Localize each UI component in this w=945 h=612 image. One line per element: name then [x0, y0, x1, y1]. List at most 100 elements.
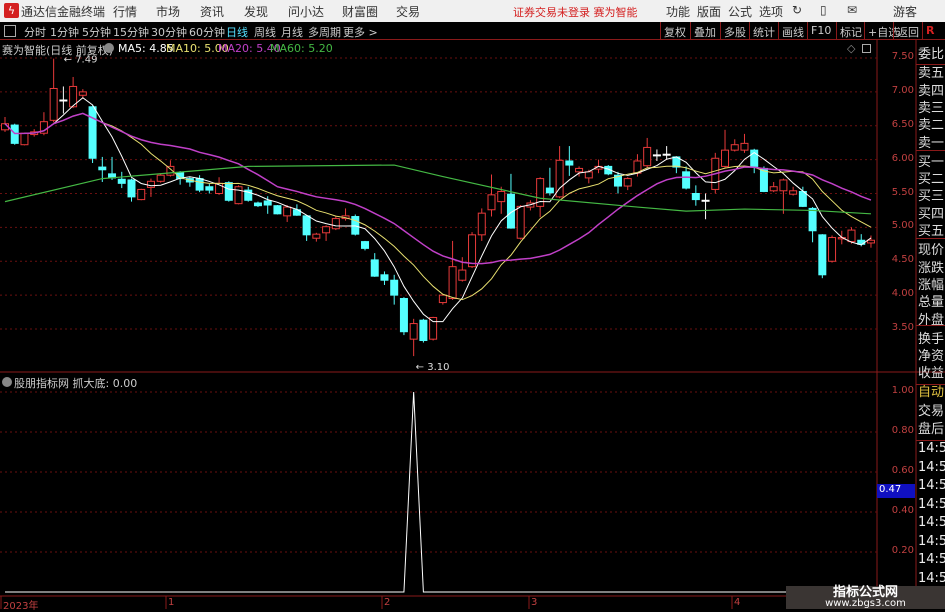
candle-body — [769, 186, 778, 192]
date-tick: 3 — [531, 597, 538, 608]
price-tick: 5.50 — [891, 186, 914, 198]
candle — [497, 186, 506, 214]
candle-body — [78, 91, 87, 96]
candle — [818, 234, 827, 279]
candle-body — [370, 259, 379, 277]
candle — [108, 156, 117, 180]
candle — [322, 225, 331, 241]
tick-time: 14:56 — [918, 459, 945, 475]
candle — [302, 215, 311, 241]
cursor-value-label: 0.47 — [877, 484, 915, 498]
candle-body — [234, 186, 243, 205]
candle — [721, 129, 730, 168]
tick-time: 14:56 — [918, 441, 945, 456]
candle — [127, 178, 136, 202]
candle-body — [88, 106, 97, 159]
candle-body — [721, 149, 730, 167]
candle-body — [322, 226, 331, 234]
candle — [798, 186, 807, 208]
date-tick: 1 — [168, 597, 175, 608]
candle — [545, 167, 554, 196]
quote-row-label: 外盘 — [918, 312, 945, 328]
candle — [477, 208, 486, 241]
candle-body — [195, 178, 204, 191]
candle-body — [263, 200, 272, 206]
candle — [516, 205, 525, 240]
quote-row-label: 净资 — [918, 349, 945, 365]
candle-body — [818, 234, 827, 276]
candle-body — [458, 269, 467, 281]
watermark: 指标公式网 www.zbgs3.com — [786, 586, 945, 609]
price-chart[interactable]: ← 7.49 ← 3.10 — [0, 0, 945, 609]
candle — [652, 149, 661, 161]
candle-body — [438, 294, 447, 304]
price-tick: 7.00 — [891, 84, 914, 96]
candle-body — [331, 218, 340, 230]
candle-body — [409, 323, 418, 340]
candle — [205, 184, 214, 194]
quote-row-label: 总量 — [918, 295, 945, 311]
trade-row-label: 自动 — [918, 385, 945, 400]
price-tick: 5.00 — [891, 220, 914, 232]
candle-body — [866, 239, 875, 244]
candle — [779, 178, 788, 214]
candle — [312, 232, 321, 242]
trade-row-label: 盘后 — [918, 422, 945, 437]
candle-body — [847, 229, 856, 243]
tick-time: 14:56 — [918, 552, 945, 567]
candle-body — [691, 193, 700, 201]
panel-separator — [916, 238, 945, 239]
candle-body — [49, 87, 58, 121]
panel-separator — [916, 64, 945, 65]
tick-time: 14:56 — [918, 515, 945, 530]
ma10-line — [4, 112, 872, 301]
candle-body — [828, 237, 837, 262]
quote-row-label: 收益 — [918, 366, 945, 382]
candle — [740, 133, 749, 153]
price-tick: 6.50 — [891, 118, 914, 130]
candle-body — [127, 179, 136, 198]
candle — [273, 205, 282, 215]
candle-body — [312, 233, 321, 239]
candle-body — [380, 274, 389, 281]
candle-body — [730, 144, 739, 151]
candle-body — [789, 190, 798, 195]
candle — [419, 318, 428, 343]
candle — [292, 204, 301, 216]
candle — [409, 318, 418, 357]
candle-body — [497, 190, 506, 203]
candle — [370, 253, 379, 277]
quote-row-label: 卖三 — [918, 100, 945, 116]
candle — [88, 105, 97, 164]
candle-body — [361, 241, 370, 249]
candle — [137, 188, 146, 201]
panel-separator — [916, 384, 945, 385]
price-tick: 4.00 — [891, 288, 914, 300]
panel-separator — [916, 440, 945, 441]
candle-body — [224, 182, 233, 201]
candle-body — [146, 180, 155, 188]
indicator-tick: 0.60 — [891, 465, 914, 476]
candle-body — [156, 174, 165, 182]
candle — [769, 181, 778, 193]
candle — [399, 297, 408, 336]
date-tick: 4 — [734, 597, 741, 608]
candle-body — [448, 266, 457, 300]
quote-row-label: 涨幅 — [918, 277, 945, 293]
date-tick: 2 — [384, 597, 391, 608]
candle-body — [98, 166, 107, 171]
candle-body — [205, 186, 214, 191]
quote-row-label: 现价 — [918, 243, 945, 259]
candle — [59, 86, 68, 114]
panel-separator — [916, 150, 945, 151]
quote-row-label: 涨跌 — [918, 260, 945, 276]
candle — [506, 173, 515, 229]
quote-row-label: 买四 — [918, 206, 945, 222]
candle-body — [390, 279, 399, 296]
price-tick: 3.50 — [891, 322, 914, 333]
candle-body — [662, 153, 671, 156]
candle — [390, 274, 399, 305]
tick-time: 14:56 — [918, 533, 945, 549]
watermark-url: www.zbgs3.com — [825, 598, 906, 609]
candle-body — [643, 146, 652, 167]
